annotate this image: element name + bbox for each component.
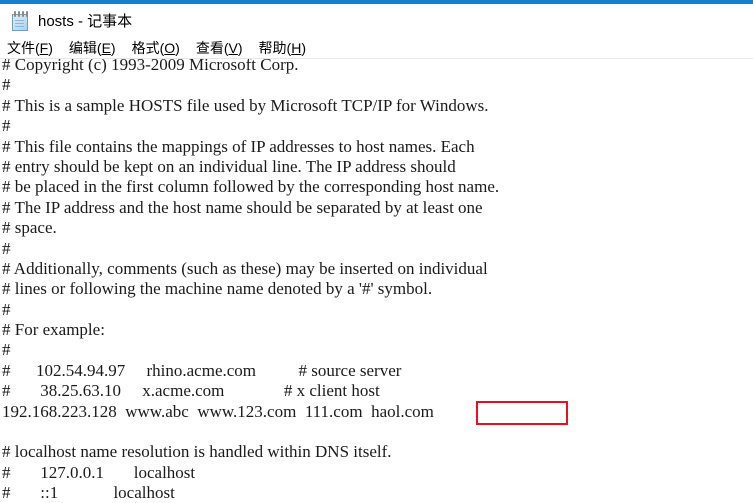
menu-item-format-label: 格式 — [131, 40, 160, 56]
editor-line: # Copyright (c) 1993-2009 Microsoft Corp… — [2, 59, 299, 74]
menu-item-edit-label: 编辑 — [68, 40, 97, 56]
menu-item-view-mnemonic: V — [228, 40, 238, 56]
menu-item-view-label: 查看 — [195, 40, 224, 56]
menu-item-format[interactable]: 格式(O) — [132, 41, 180, 55]
editor-line: # This is a sample HOSTS file used by Mi… — [2, 95, 489, 115]
editor-line: # lines or following the machine name de… — [2, 279, 433, 299]
menu-item-edit-mnemonic: E — [101, 40, 111, 56]
menu-item-file-mnemonic: F — [39, 40, 49, 56]
editor-line: # The IP address and the host name shoul… — [2, 197, 483, 217]
editor-line: # — [2, 238, 11, 258]
editor-line: # be placed in the first column followed… — [2, 177, 500, 197]
menu-item-format-mnemonic: O — [164, 40, 176, 56]
editor-line: # — [2, 340, 11, 360]
notepad-icon — [11, 10, 30, 32]
menu-item-help-mnemonic: H — [291, 40, 302, 56]
editor-line: # — [2, 75, 11, 95]
editor-line: # entry should be kept on an individual … — [2, 156, 456, 176]
menu-item-view[interactable]: 查看(V) — [196, 41, 243, 55]
title-bar[interactable]: hosts - 记事本 — [0, 4, 753, 38]
editor-line: # For example: — [2, 320, 105, 340]
editor-line: # — [2, 299, 11, 319]
editor-line: 192.168.223.128 www.abc www.123.com 111.… — [2, 401, 434, 421]
editor-line: # This file contains the mappings of IP … — [2, 136, 475, 156]
editor-line: # Additionally, comments (such as these)… — [2, 258, 488, 278]
document-text[interactable]: # Copyright (c) 1993-2009 Microsoft Corp… — [0, 59, 753, 503]
editor-line: # — [2, 116, 11, 136]
editor-line: # ::1 localhost — [2, 483, 175, 503]
editor-line: # 38.25.63.10 x.acme.com # x client host — [2, 381, 380, 401]
menu-item-file-label: 文件 — [7, 40, 35, 56]
editor-line: # localhost name resolution is handled w… — [2, 442, 392, 462]
editor-line: # space. — [2, 218, 57, 238]
menu-bar: 文件(F) 编辑(E) 格式(O) 查看(V) 帮助(H) — [0, 38, 753, 58]
window-title: hosts - 记事本 — [38, 12, 133, 30]
menu-item-help[interactable]: 帮助(H) — [259, 41, 306, 55]
text-editor-area[interactable]: # Copyright (c) 1993-2009 Microsoft Corp… — [0, 59, 753, 503]
notepad-window: hosts - 记事本 文件(F) 编辑(E) 格式(O) 查看(V) 帮助(H… — [0, 0, 753, 503]
menu-item-file[interactable]: 文件(F) — [7, 41, 53, 55]
editor-line: # 102.54.94.97 rhino.acme.com # source s… — [2, 360, 402, 380]
editor-line: # 127.0.0.1 localhost — [2, 462, 196, 482]
menu-item-edit[interactable]: 编辑(E) — [69, 41, 116, 55]
menu-item-help-label: 帮助 — [258, 40, 287, 56]
